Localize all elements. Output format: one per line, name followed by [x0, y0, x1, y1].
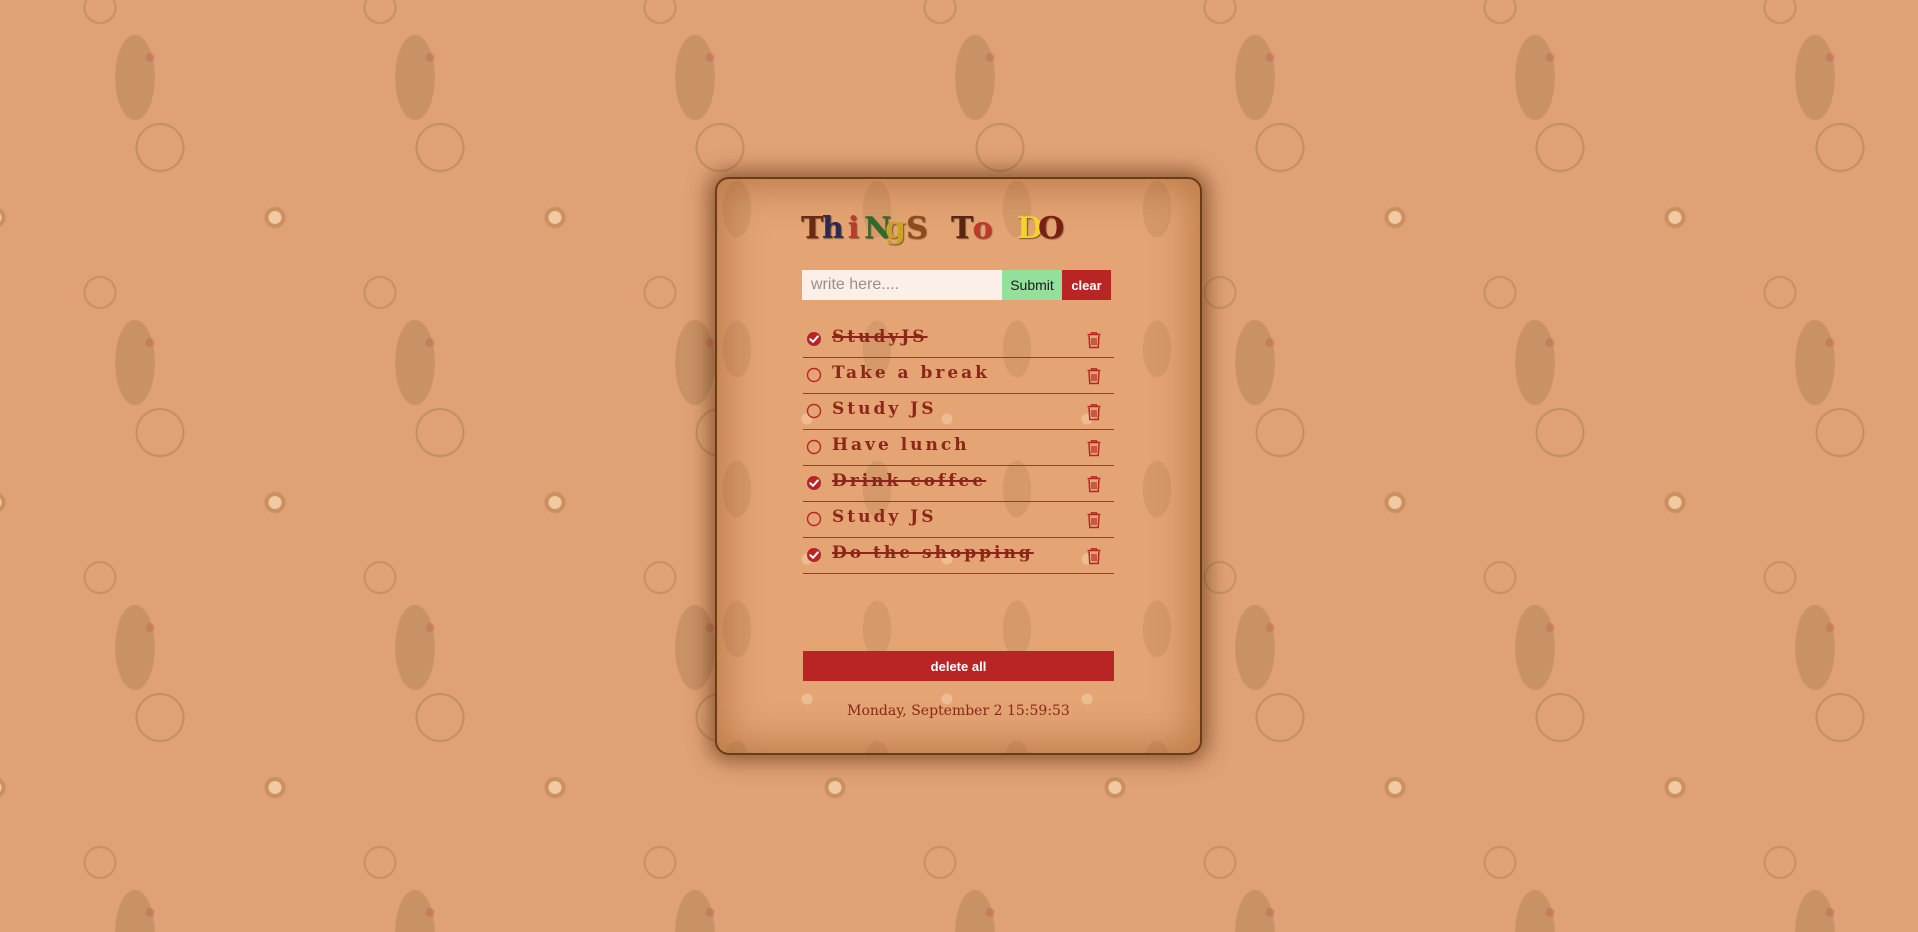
trash-icon[interactable] — [1086, 511, 1102, 529]
title-letter: h — [822, 211, 844, 246]
submit-button[interactable]: Submit — [1002, 270, 1062, 300]
todo-item: Do the shopping — [803, 538, 1114, 574]
clear-button[interactable]: clear — [1062, 270, 1111, 300]
title-letter: g — [885, 211, 906, 246]
todo-item-label: Do the shopping — [832, 543, 1034, 563]
trash-icon[interactable] — [1086, 367, 1102, 385]
todo-item: Have lunch — [803, 430, 1114, 466]
empty-circle-icon[interactable] — [806, 439, 822, 455]
todo-item-label: Drink coffee — [832, 471, 987, 491]
check-circle-icon[interactable] — [806, 547, 822, 563]
todo-item-label: Study JS — [832, 399, 937, 419]
check-circle-icon[interactable] — [806, 331, 822, 347]
app-title: Th i NgS To DO — [801, 211, 1065, 246]
add-task-form: Submit clear — [802, 270, 1111, 300]
todo-item-label: Study JS — [832, 507, 937, 527]
title-letter: N — [864, 211, 892, 246]
todo-item: Study JS — [803, 502, 1114, 538]
empty-circle-icon[interactable] — [806, 367, 822, 383]
trash-icon[interactable] — [1086, 331, 1102, 349]
trash-icon[interactable] — [1086, 403, 1102, 421]
todo-item-label: Take a break — [832, 363, 990, 383]
task-input[interactable] — [802, 270, 1002, 300]
check-circle-icon[interactable] — [806, 475, 822, 491]
title-letter: T — [801, 211, 824, 246]
empty-circle-icon[interactable] — [806, 403, 822, 419]
todo-item-label: StudyJS — [832, 327, 928, 347]
title-letter: O — [1038, 211, 1065, 246]
trash-icon[interactable] — [1086, 439, 1102, 457]
todo-item: Take a break — [803, 358, 1114, 394]
todo-item-label: Have lunch — [832, 435, 970, 455]
title-letter: S — [906, 211, 928, 246]
empty-circle-icon[interactable] — [806, 511, 822, 527]
delete-all-button[interactable]: delete all — [803, 651, 1114, 681]
current-datetime: Monday, September 2 15:59:53 — [847, 703, 1070, 719]
title-letter: i — [847, 211, 860, 246]
todo-item: StudyJS — [803, 322, 1114, 358]
trash-icon[interactable] — [1086, 547, 1102, 565]
title-letter: D — [1017, 211, 1044, 246]
todo-list: StudyJS Take a break Study JS Have lunch Dri… — [803, 322, 1114, 574]
title-letter: T — [951, 211, 974, 246]
title-letter: o — [972, 211, 993, 246]
todo-card: ThiNgS To DO Submit clear StudyJS Take a … — [715, 177, 1202, 755]
todo-item: Drink coffee — [803, 466, 1114, 502]
trash-icon[interactable] — [1086, 475, 1102, 493]
todo-item: Study JS — [803, 394, 1114, 430]
